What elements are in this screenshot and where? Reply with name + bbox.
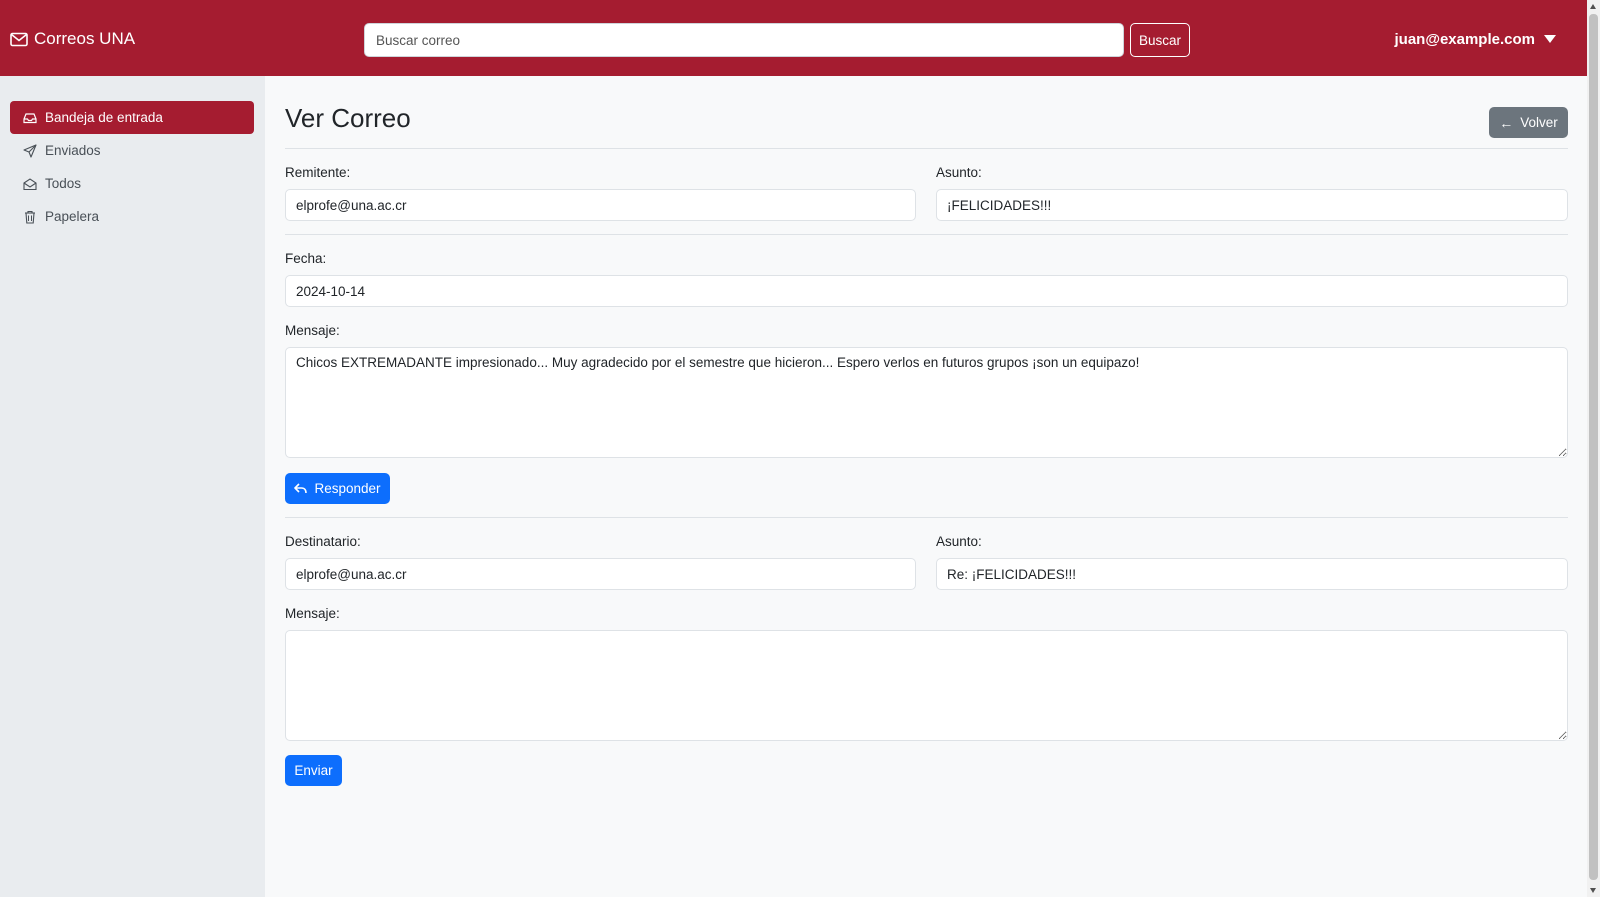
divider — [285, 148, 1568, 149]
reply-subject-label: Asunto: — [936, 534, 982, 549]
reply-message-textarea[interactable] — [285, 630, 1568, 741]
sidebar-item-trash[interactable]: Papelera — [10, 200, 254, 233]
sidebar-item-label: Enviados — [45, 143, 101, 158]
recipient-label: Destinatario: — [285, 534, 361, 549]
date-field[interactable] — [285, 275, 1568, 307]
back-button[interactable]: ← Volver — [1489, 107, 1568, 138]
date-label: Fecha: — [285, 251, 327, 266]
envelope-open-icon — [23, 177, 37, 190]
brand-label: Correos UNA — [34, 29, 136, 48]
search-button[interactable]: Buscar — [1130, 23, 1190, 57]
reply-icon — [294, 483, 308, 494]
sidebar-item-label: Bandeja de entrada — [45, 110, 163, 125]
top-navbar: Correos UNA Buscar juan@example.com — [0, 0, 1587, 76]
sidebar-item-all[interactable]: Todos — [10, 167, 254, 200]
arrow-left-icon: ← — [1499, 114, 1514, 131]
search-input[interactable] — [364, 23, 1124, 57]
user-menu[interactable]: juan@example.com — [1394, 28, 1556, 50]
inbox-icon — [23, 112, 37, 123]
trash-icon — [25, 210, 35, 224]
divider — [285, 517, 1568, 518]
scrollbar[interactable] — [1587, 0, 1600, 897]
reply-button-label: Responder — [314, 481, 381, 496]
user-email: juan@example.com — [1394, 30, 1535, 48]
sender-field[interactable] — [285, 189, 916, 221]
divider — [285, 234, 1568, 235]
scroll-up-arrow-icon[interactable] — [1590, 4, 1596, 9]
envelope-icon — [10, 32, 28, 46]
sidebar-item-inbox[interactable]: Bandeja de entrada — [10, 101, 254, 134]
page-title: Ver Correo — [285, 103, 411, 133]
back-button-label: Volver — [1520, 115, 1558, 130]
reply-message-label: Mensaje: — [285, 606, 340, 621]
reply-subject-field[interactable] — [936, 558, 1568, 590]
subject-field[interactable] — [936, 189, 1568, 221]
sender-label: Remitente: — [285, 165, 351, 180]
brand[interactable]: Correos UNA — [10, 26, 135, 52]
sidebar-item-label: Papelera — [45, 209, 100, 224]
sidebar-item-sent[interactable]: Enviados — [10, 134, 254, 167]
subject-label: Asunto: — [936, 165, 982, 180]
recipient-field[interactable] — [285, 558, 916, 590]
caret-down-icon — [1544, 35, 1556, 43]
reply-button[interactable]: Responder — [285, 473, 390, 504]
sidebar: Bandeja de entrada Enviados Todos Papele… — [0, 76, 265, 897]
message-textarea[interactable]: Chicos EXTREMADANTE impresionado... Muy … — [285, 347, 1568, 458]
scrollbar-thumb[interactable] — [1589, 14, 1598, 880]
scroll-down-arrow-icon[interactable] — [1590, 888, 1596, 893]
sidebar-item-label: Todos — [45, 176, 82, 191]
send-icon — [23, 143, 37, 158]
message-label: Mensaje: — [285, 323, 340, 338]
send-button[interactable]: Enviar — [285, 755, 342, 786]
